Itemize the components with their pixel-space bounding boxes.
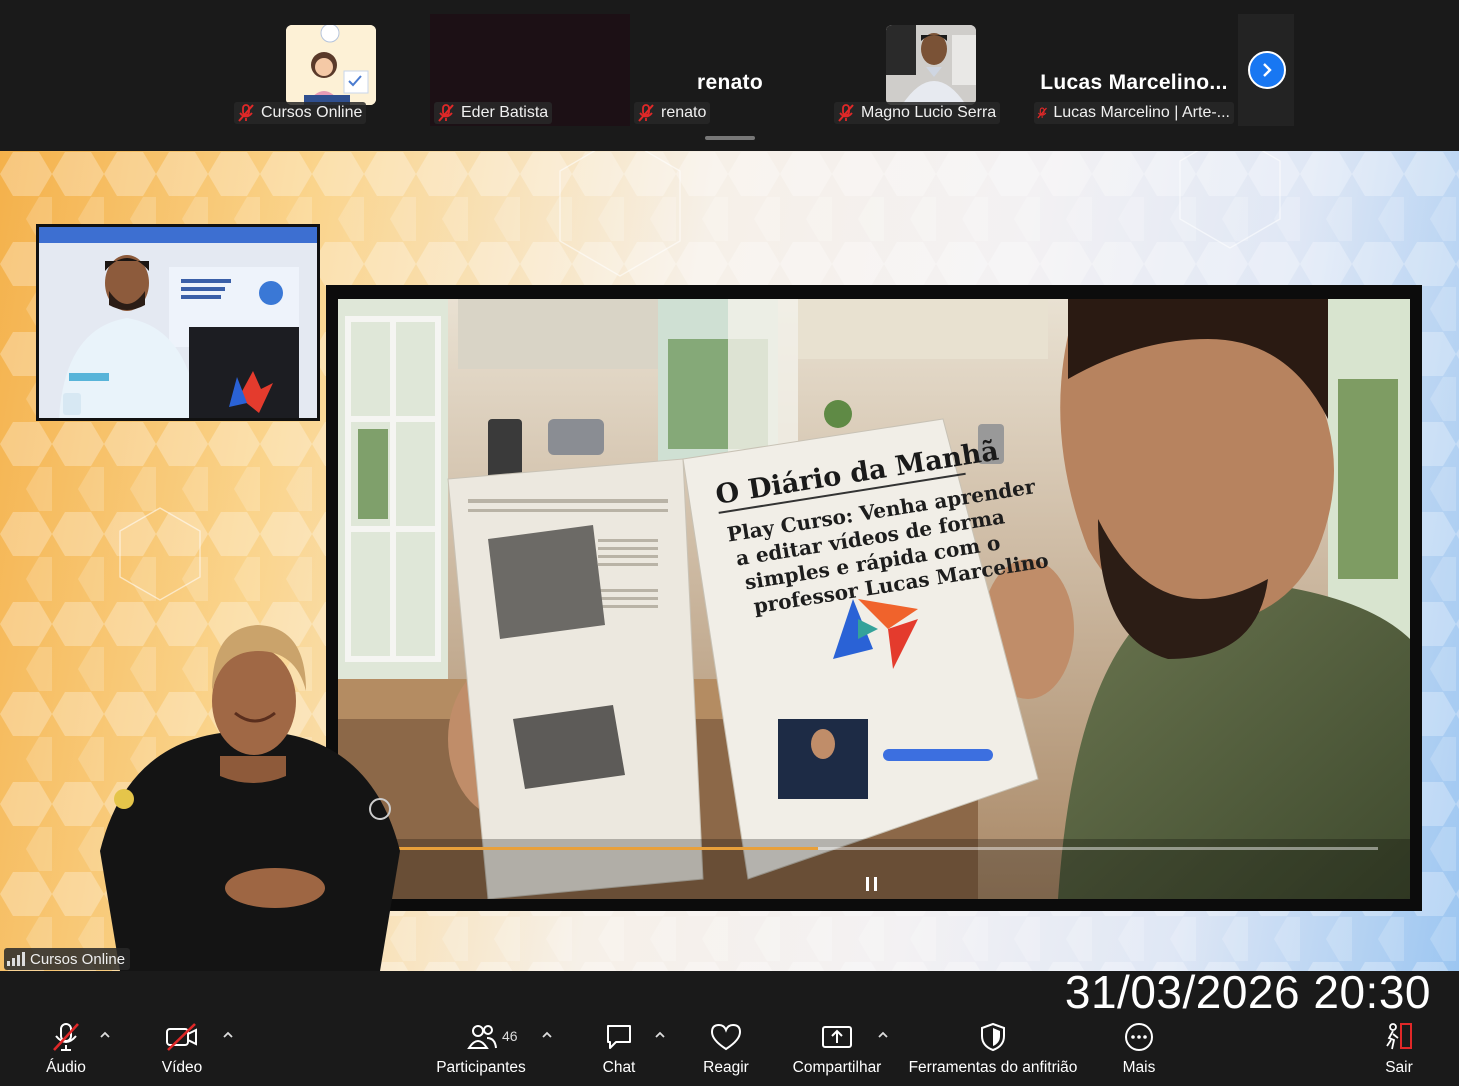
muted-mic-icon	[638, 104, 654, 122]
chevron-up-icon[interactable]	[540, 1028, 554, 1042]
participant-display-name: renato	[697, 71, 763, 94]
chat-label: Chat	[602, 1059, 636, 1076]
sign-language-interpreter	[90, 621, 410, 971]
participant-tile-magno-lucio-serra[interactable]: Magno Lucio Serra	[830, 14, 1030, 126]
stage-name-tag: Cursos Online	[4, 948, 131, 970]
presenter-video	[36, 224, 320, 421]
participant-tile-eder-batista[interactable]: Eder Batista	[430, 14, 630, 126]
more-label: Mais	[1122, 1059, 1156, 1076]
participant-tile-lucas-marcelino[interactable]: Lucas Marcelino... Lucas Marcelino | Art…	[1030, 14, 1238, 126]
signal-strength-icon	[7, 952, 25, 966]
participant-tile-cursos-online[interactable]: Cursos Online	[230, 14, 430, 126]
react-button[interactable]: Reagir	[696, 1010, 756, 1086]
strip-page-indicator	[705, 136, 755, 140]
chevron-up-icon[interactable]	[98, 1028, 112, 1042]
leave-door-icon	[1386, 1023, 1412, 1050]
participants-icon	[467, 1025, 497, 1049]
avatar	[886, 25, 976, 105]
leave-label: Sair	[1385, 1059, 1413, 1076]
audio-label: Áudio	[46, 1059, 86, 1076]
react-label: Reagir	[703, 1059, 749, 1076]
muted-mic-icon	[1037, 107, 1047, 119]
host-tools-label: Ferramentas do anfitrião	[908, 1059, 1078, 1076]
heart-icon	[710, 1023, 742, 1051]
participant-tile-renato[interactable]: renato renato	[630, 14, 830, 126]
participant-name: Cursos Online	[261, 104, 363, 121]
participant-name-tag: renato	[634, 102, 711, 124]
participant-name-tag: Eder Batista	[434, 102, 553, 124]
more-icon	[1125, 1023, 1153, 1051]
muted-mic-icon	[238, 104, 254, 122]
muted-mic-icon	[838, 104, 854, 122]
participant-strip: Cursos Online Eder Batista renato renato	[0, 0, 1459, 150]
next-participants-button[interactable]	[1248, 51, 1286, 89]
participant-name: Eder Batista	[461, 104, 549, 121]
muted-mic-icon	[438, 104, 454, 122]
share-screen-icon	[822, 1026, 852, 1048]
shield-icon	[981, 1022, 1005, 1052]
shared-screen-stage: O Diário da Manhã Play Curso: Venha apre…	[0, 151, 1459, 971]
participant-name: Lucas Marcelino | Arte-...	[1053, 104, 1230, 121]
audio-button[interactable]: Áudio	[30, 1010, 102, 1086]
share-button[interactable]: Compartilhar	[786, 1010, 888, 1086]
strip-next-area	[1238, 14, 1294, 126]
participant-name-tag: Lucas Marcelino | Arte-...	[1034, 102, 1234, 124]
chevron-up-icon[interactable]	[221, 1028, 235, 1042]
chevron-right-icon	[1263, 63, 1272, 77]
participant-name: Magno Lucio Serra	[861, 104, 997, 121]
more-button[interactable]: Mais	[1112, 1010, 1166, 1086]
participant-name-tag: Magno Lucio Serra	[834, 102, 1001, 124]
host-tools-button[interactable]: Ferramentas do anfitrião	[904, 1010, 1082, 1086]
leave-button[interactable]: Sair	[1374, 1010, 1424, 1086]
participant-display-name: Lucas Marcelino...	[1040, 71, 1228, 94]
chat-button[interactable]: Chat	[590, 1010, 648, 1086]
chat-icon	[607, 1025, 631, 1049]
meeting-toolbar: Áudio Vídeo 46 Participantes Chat Reagir…	[0, 1010, 1459, 1086]
participants-count: 46	[502, 1028, 518, 1044]
chevron-up-icon[interactable]	[653, 1028, 667, 1042]
shared-video-frame[interactable]: O Diário da Manhã Play Curso: Venha apre…	[326, 285, 1422, 911]
share-label: Compartilhar	[792, 1059, 882, 1076]
video-content: O Diário da Manhã Play Curso: Venha apre…	[338, 299, 1410, 899]
participants-button[interactable]: 46 Participantes	[430, 1010, 532, 1086]
stage-owner-name: Cursos Online	[30, 950, 126, 968]
chevron-up-icon[interactable]	[876, 1028, 890, 1042]
video-button[interactable]: Vídeo	[148, 1010, 216, 1086]
participant-name: renato	[661, 104, 707, 121]
participants-label: Participantes	[436, 1059, 526, 1076]
zoom-meeting-window: { "participants": [ {"name": "Cursos Onl…	[0, 0, 1459, 1086]
muted-mic-icon	[53, 1023, 79, 1051]
video-off-icon	[166, 1023, 197, 1051]
video-label: Vídeo	[161, 1059, 203, 1076]
participant-name-tag: Cursos Online	[234, 102, 367, 124]
avatar	[286, 25, 376, 105]
